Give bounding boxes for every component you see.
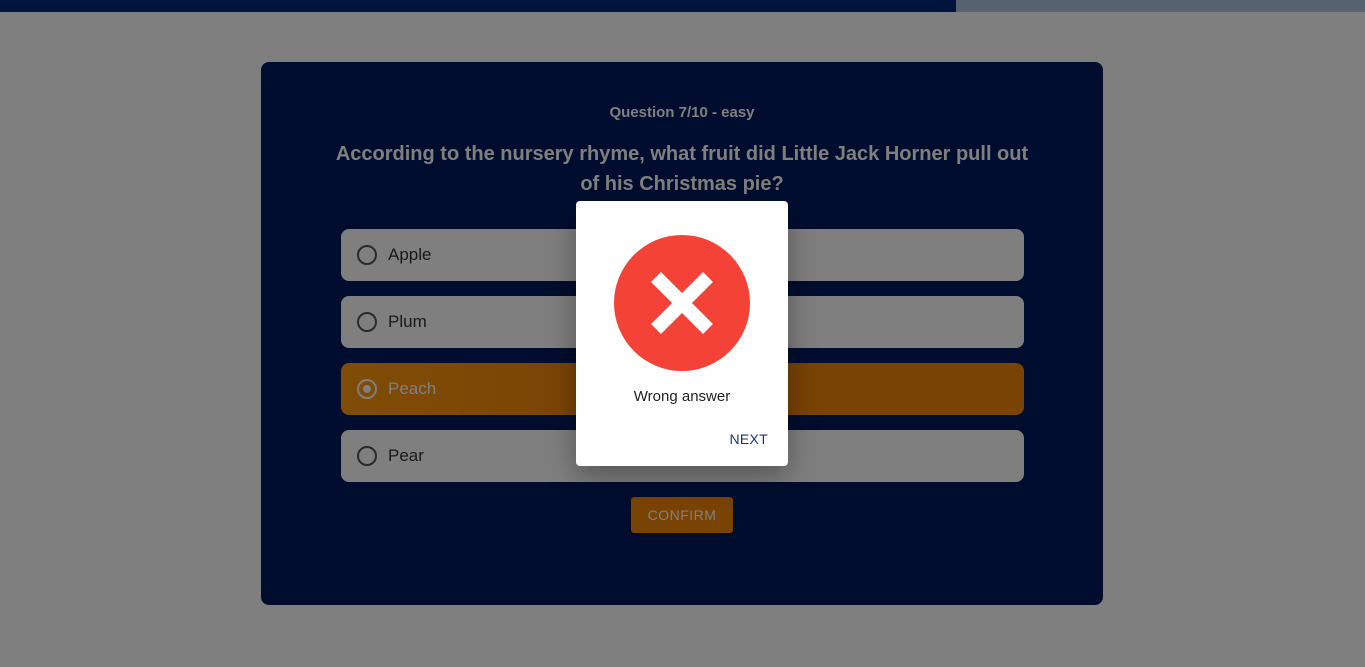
error-x-icon bbox=[614, 235, 750, 371]
next-button[interactable]: NEXT bbox=[723, 427, 774, 451]
dialog-message: Wrong answer bbox=[633, 388, 731, 405]
result-dialog: Wrong answer NEXT bbox=[576, 201, 788, 466]
